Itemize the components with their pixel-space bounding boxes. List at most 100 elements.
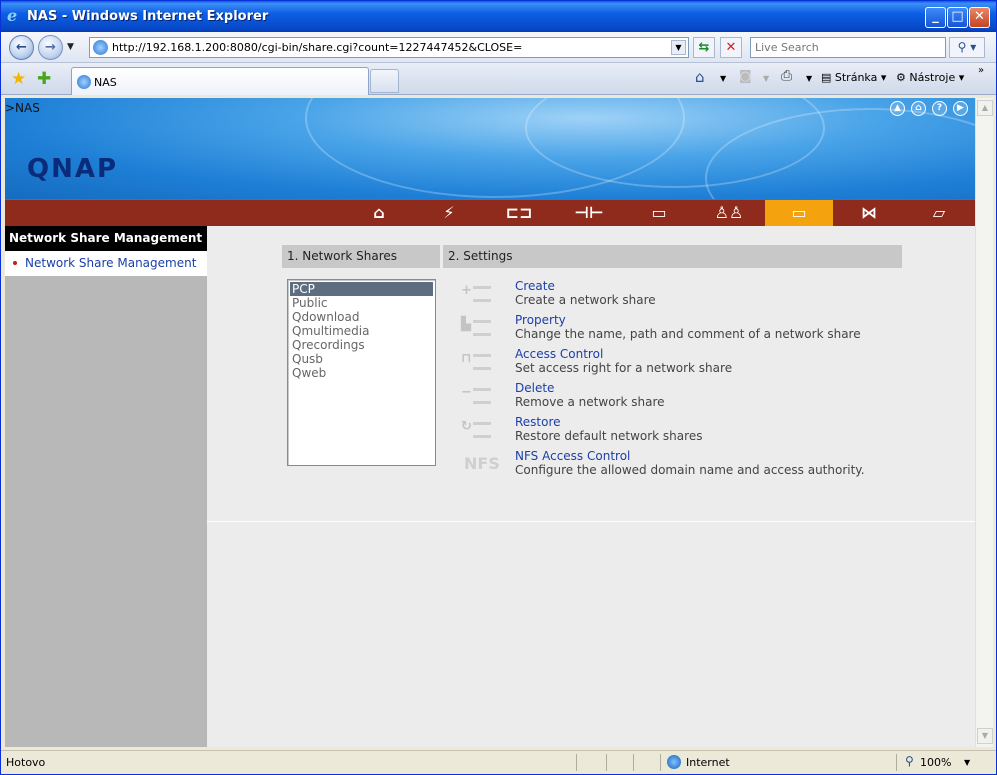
action-property: ▙ Property Change the name, path and com… <box>461 313 881 345</box>
status-divider <box>633 754 634 771</box>
create-share-icon: + <box>461 281 495 307</box>
window-title: NAS - Windows Internet Explorer <box>27 9 269 24</box>
create-description: Create a network share <box>515 293 656 307</box>
back-button[interactable]: ← <box>9 35 34 60</box>
nfs-icon-text: NFS <box>464 454 500 473</box>
nav-system-icon[interactable]: ⊏⊐ <box>485 200 553 227</box>
lock-icon: ⊓ <box>461 349 495 375</box>
qnap-banner: >NAS QNAP ▲ ⌂ ? ▶ <box>5 98 975 199</box>
address-dropdown-icon[interactable]: ▼ <box>671 40 686 55</box>
access-control-link[interactable]: Access Control <box>515 347 603 361</box>
main-panel: 1. Network Shares 2. Settings PCP Public… <box>207 226 975 522</box>
qnap-logo: QNAP <box>27 154 119 184</box>
print-dropdown-icon[interactable]: ▼ <box>806 74 812 83</box>
left-menu: Network Share Management Network Share M… <box>5 226 207 747</box>
action-delete: − Delete Remove a network share <box>461 381 881 413</box>
share-item-public[interactable]: Public <box>290 296 433 310</box>
share-item-qusb[interactable]: Qusb <box>290 352 433 366</box>
left-menu-header: Network Share Management <box>5 226 207 251</box>
tools-menu-label: Nástroje <box>909 71 956 84</box>
navigation-bar: ← → ▼ ▼ ⇆ ✕ ⚲ ▾ <box>1 32 996 63</box>
status-divider <box>660 754 661 771</box>
main-nav-strip: ⌂ ⚡ ⊏⊐ ⊣⊢ ▭ ♙♙ ▭ ⋈ ▱ <box>5 199 975 227</box>
nav-disk-icon[interactable]: ▭ <box>625 200 693 227</box>
stop-button[interactable]: ✕ <box>720 37 742 58</box>
delete-description: Remove a network share <box>515 395 665 409</box>
delete-link[interactable]: Delete <box>515 381 554 395</box>
zone-label: Internet <box>686 756 730 769</box>
url-input[interactable] <box>112 41 667 54</box>
nfs-icon: NFS <box>461 451 500 477</box>
action-restore: ↻ Restore Restore default network shares <box>461 415 881 447</box>
nav-users-icon[interactable]: ♙♙ <box>695 200 763 227</box>
left-menu-item-network-share[interactable]: Network Share Management <box>5 251 207 276</box>
delete-share-icon: − <box>461 383 495 409</box>
nav-device-icon[interactable]: ⊣⊢ <box>555 200 623 227</box>
feeds-icon[interactable]: ◙ <box>739 69 752 84</box>
up-arrow-icon[interactable]: ▲ <box>890 101 905 116</box>
next-arrow-icon[interactable]: ▶ <box>953 101 968 116</box>
property-description: Change the name, path and comment of a n… <box>515 327 861 341</box>
create-link[interactable]: Create <box>515 279 555 293</box>
ie-logo-icon: e <box>7 6 18 25</box>
action-access-control: ⊓ Access Control Set access right for a … <box>461 347 881 379</box>
page-menu[interactable]: ▤ Stránka ▾ <box>821 71 886 84</box>
nav-quick-config-icon[interactable]: ⚡ <box>415 200 483 227</box>
nav-network-icon[interactable]: ⋈ <box>835 200 903 227</box>
vertical-scrollbar[interactable]: ▲ ▼ <box>975 98 993 747</box>
restore-description: Restore default network shares <box>515 429 703 443</box>
share-item-pcp[interactable]: PCP <box>290 282 433 296</box>
history-dropdown-icon[interactable]: ▼ <box>67 42 74 52</box>
zoom-level[interactable]: 100% <box>920 756 951 769</box>
action-nfs-access-control: NFS NFS Access Control Configure the all… <box>461 449 881 481</box>
bullet-icon <box>13 261 17 265</box>
page-icon <box>93 40 108 55</box>
search-input[interactable] <box>755 41 941 54</box>
search-box <box>750 37 946 58</box>
maximize-button[interactable]: □ <box>947 7 968 28</box>
help-icon[interactable]: ? <box>932 101 947 116</box>
access-control-description: Set access right for a network share <box>515 361 733 375</box>
restore-icon: ↻ <box>461 417 495 443</box>
home-dropdown-icon[interactable]: ▼ <box>720 74 726 83</box>
zoom-dropdown-icon[interactable]: ▼ <box>964 758 970 767</box>
address-bar: ▼ <box>89 37 689 58</box>
tab-label: NAS <box>94 76 117 89</box>
nfs-access-control-link[interactable]: NFS Access Control <box>515 449 630 463</box>
nfs-access-control-description: Configure the allowed domain name and ac… <box>515 463 865 477</box>
forward-button[interactable]: → <box>38 35 63 60</box>
search-button[interactable]: ⚲ ▾ <box>949 37 985 58</box>
home-icon[interactable]: ⌂ <box>695 68 705 86</box>
page-menu-label: Stránka <box>834 71 878 84</box>
home-icon[interactable]: ⌂ <box>911 101 926 116</box>
zoom-icon[interactable]: ⚲ <box>905 754 914 768</box>
nav-applications-icon[interactable]: ▱ <box>905 200 973 227</box>
share-list[interactable]: PCP Public Qdownload Qmultimedia Qrecord… <box>287 279 436 466</box>
close-button[interactable]: ✕ <box>969 7 990 28</box>
share-item-qrecordings[interactable]: Qrecordings <box>290 338 433 352</box>
share-item-qweb[interactable]: Qweb <box>290 366 433 380</box>
minimize-button[interactable]: _ <box>925 7 946 28</box>
page-viewport: >NAS QNAP ▲ ⌂ ? ▶ ⌂ ⚡ ⊏⊐ ⊣⊢ ▭ ♙♙ ▭ ⋈ ▱ N… <box>5 98 975 747</box>
refresh-button[interactable]: ⇆ <box>693 37 715 58</box>
feeds-dropdown-icon[interactable]: ▼ <box>763 74 769 83</box>
tab-bar: ★ ✚ NAS ⌂ ▼ ◙ ▼ ⎙ ▼ ▤ Stránka ▾ ⚙ Nástro… <box>1 63 996 95</box>
status-divider <box>576 754 577 771</box>
nav-share-folder-icon[interactable]: ▭ <box>765 200 833 227</box>
favorites-star-icon[interactable]: ★ <box>11 69 26 89</box>
add-favorite-icon[interactable]: ✚ <box>37 69 51 89</box>
nav-home-icon[interactable]: ⌂ <box>345 200 413 227</box>
internet-zone-icon <box>667 755 681 769</box>
tools-menu[interactable]: ⚙ Nástroje ▾ <box>896 71 964 84</box>
share-item-qmultimedia[interactable]: Qmultimedia <box>290 324 433 338</box>
restore-link[interactable]: Restore <box>515 415 561 429</box>
scroll-down-icon[interactable]: ▼ <box>977 728 993 744</box>
share-item-qdownload[interactable]: Qdownload <box>290 310 433 324</box>
toolbar-chevron-icon[interactable]: » <box>978 65 984 76</box>
property-link[interactable]: Property <box>515 313 566 327</box>
tab-nas[interactable]: NAS <box>71 67 369 95</box>
new-tab-button[interactable] <box>370 69 399 93</box>
print-icon[interactable]: ⎙ <box>781 68 792 84</box>
network-shares-header: 1. Network Shares <box>282 245 440 268</box>
scroll-up-icon[interactable]: ▲ <box>977 100 993 116</box>
